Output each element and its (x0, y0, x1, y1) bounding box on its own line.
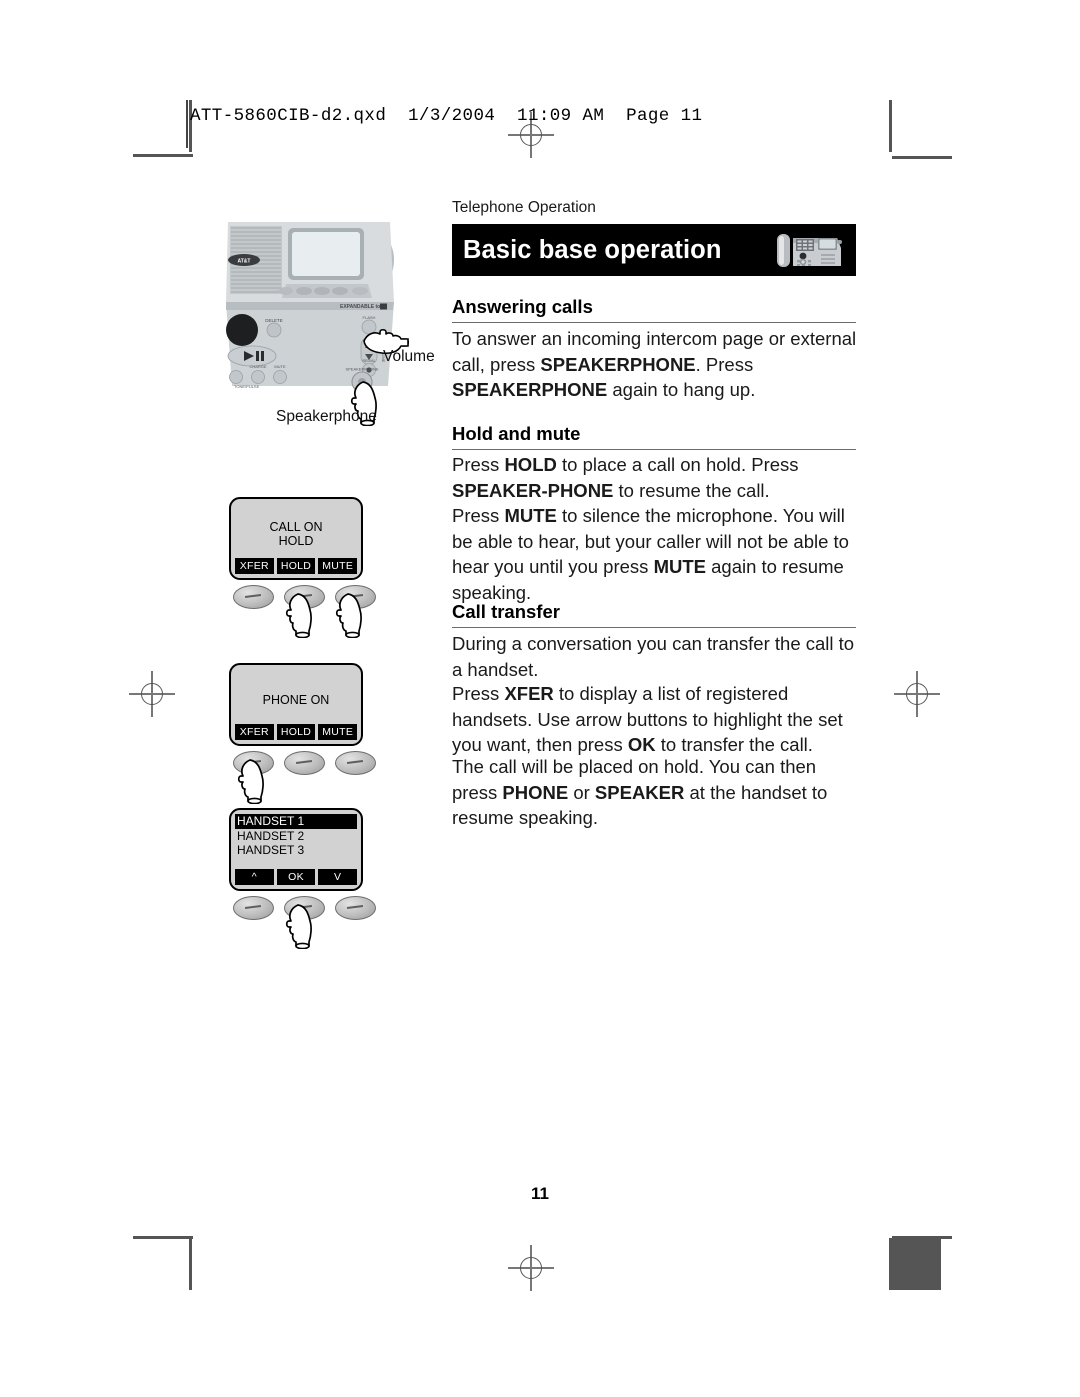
section-heading-call-transfer: Call transfer (452, 601, 856, 628)
softkey-xfer[interactable]: XFER (235, 557, 274, 574)
svg-text:TONE/PULSE: TONE/PULSE (234, 384, 260, 389)
paragraph-call-transfer-2: Press XFER to display a list of register… (452, 683, 843, 755)
section-heading-answering-calls: Answering calls (452, 296, 856, 323)
svg-text:DELETE: DELETE (265, 318, 283, 323)
list-item[interactable]: HANDSET 1 (235, 814, 357, 829)
oval-button-hold[interactable] (284, 751, 325, 775)
softkey-row-handset-list: ^ OK V (235, 868, 358, 885)
running-head: Telephone Operation (452, 199, 596, 216)
list-item[interactable]: HANDSET 3 (235, 843, 357, 858)
handset-list-screen: HANDSET 1 HANDSET 2 HANDSET 3 ^ OK V (229, 808, 363, 891)
hand-pointing-up-icon-ok (284, 903, 314, 950)
display-line-2: HOLD (278, 534, 314, 548)
document-page: Telephone Operation Basic base operation (0, 0, 1080, 1397)
softkey-hold[interactable]: HOLD (276, 723, 316, 740)
softkey-row-call-on-hold: XFER HOLD MUTE (235, 557, 358, 574)
section-heading-hold-and-mute: Hold and mute (452, 423, 856, 450)
paragraph-call-transfer-1: During a conversation you can transfer t… (452, 633, 855, 680)
page-number: 11 (531, 1184, 549, 1203)
paragraph-answering-calls-1: To answer an incoming intercom page or e… (452, 328, 857, 400)
page-title: Basic base operation (463, 235, 722, 264)
svg-text:EXPANDABLE to: EXPANDABLE to (340, 304, 380, 310)
phone-on-display-text: PHONE ON (231, 693, 361, 707)
svg-text:FLASH: FLASH (363, 315, 376, 320)
svg-text:AT&T: AT&T (238, 259, 251, 265)
corded-base-phone-icon (771, 230, 847, 270)
softkey-down-arrow[interactable]: V (318, 868, 358, 885)
oval-button-mute[interactable] (335, 751, 376, 775)
oval-button-up[interactable] (233, 896, 274, 920)
paragraph-hold-and-mute-1: Press HOLD to place a call on hold. Pres… (452, 454, 799, 501)
callout-label-speakerphone: Speakerphone (276, 408, 377, 425)
call-on-hold-screen: CALL ON HOLD XFER HOLD MUTE (229, 497, 363, 580)
chapter-banner: Basic base operation (452, 224, 856, 276)
softkey-mute[interactable]: MUTE (318, 723, 358, 740)
oval-button-down[interactable] (335, 896, 376, 920)
softkey-mute[interactable]: MUTE (318, 557, 358, 574)
softkey-hold[interactable]: HOLD (276, 557, 316, 574)
softkey-row-phone-on: XFER HOLD MUTE (235, 723, 358, 740)
hand-pointing-up-icon-hold (284, 592, 314, 639)
softkey-up-arrow[interactable]: ^ (235, 868, 274, 885)
hand-pointing-up-icon-mute (334, 592, 364, 639)
display-line-1: CALL ON (269, 520, 323, 534)
display-line-1: PHONE ON (262, 693, 330, 707)
svg-text:SPEAKERPHONE: SPEAKERPHONE (345, 368, 378, 372)
svg-text:MUTE: MUTE (274, 364, 286, 369)
softkey-ok[interactable]: OK (276, 868, 316, 885)
softkey-xfer[interactable]: XFER (235, 723, 274, 740)
hand-pointing-up-icon-xfer (236, 758, 266, 805)
svg-text:REDIAL: REDIAL (363, 359, 376, 363)
phone-on-screen: PHONE ON XFER HOLD MUTE (229, 663, 363, 746)
paragraph-hold-and-mute-2: Press MUTE to silence the microphone. Yo… (452, 505, 849, 603)
oval-button-xfer[interactable] (233, 585, 274, 609)
handset-list: HANDSET 1 HANDSET 2 HANDSET 3 (235, 814, 357, 858)
list-item[interactable]: HANDSET 2 (235, 829, 357, 844)
callout-label-volume: Volume (383, 348, 435, 365)
paragraph-call-transfer-3: The call will be placed on hold. You can… (452, 756, 828, 828)
call-on-hold-display-text: CALL ON HOLD (231, 520, 361, 548)
svg-text:CHARGE: CHARGE (249, 364, 266, 369)
